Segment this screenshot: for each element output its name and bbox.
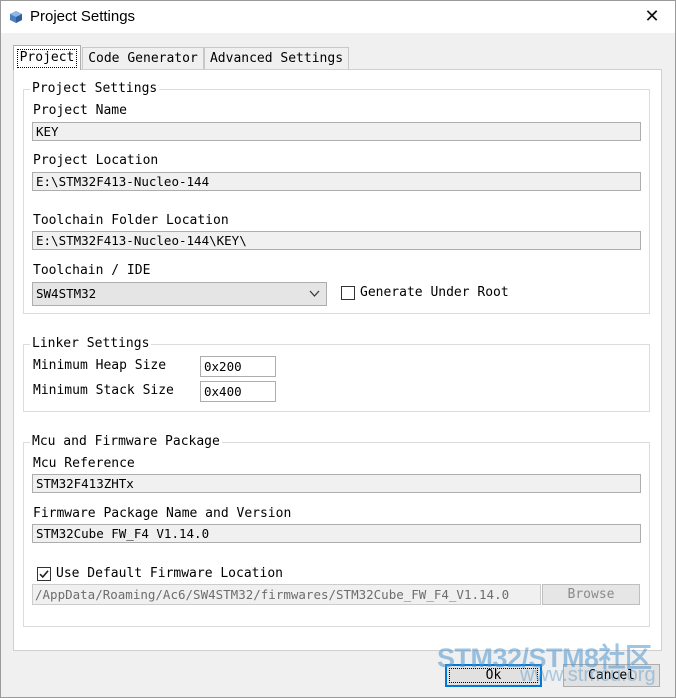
group-legend: Linker Settings: [32, 336, 150, 351]
mcu-reference-label: Mcu Reference: [33, 456, 135, 471]
group-legend: Project Settings: [32, 81, 158, 96]
title-bar: Project Settings ✕: [1, 1, 675, 33]
close-icon: ✕: [644, 6, 660, 27]
minimum-heap-label: Minimum Heap Size: [33, 358, 167, 373]
linker-settings-group: Linker Settings: [23, 337, 650, 412]
generate-under-root-label: Generate Under Root: [360, 285, 509, 300]
focus-rectangle: [17, 49, 77, 68]
tab-code-generator[interactable]: Code Generator: [82, 47, 204, 69]
chevron-down-icon: [309, 283, 320, 313]
watermark-url: www.stmcu.org: [520, 664, 656, 686]
tab-project[interactable]: Project: [13, 45, 81, 70]
firmware-package-label: Firmware Package Name and Version: [33, 506, 292, 521]
select-value: SW4STM32: [36, 286, 97, 301]
close-button[interactable]: ✕: [629, 1, 675, 33]
project-location-input[interactable]: E:\STM32F413-Nucleo-144: [32, 172, 641, 191]
minimum-heap-input[interactable]: 0x200: [200, 356, 276, 377]
minimum-stack-label: Minimum Stack Size: [33, 383, 174, 398]
app-cube-icon: [9, 10, 23, 24]
checkmark-icon: [39, 570, 49, 579]
minimum-stack-input[interactable]: 0x400: [200, 381, 276, 402]
firmware-location-input: /AppData/Roaming/Ac6/SW4STM32/firmwares/…: [32, 584, 541, 605]
mcu-reference-input[interactable]: STM32F413ZHTx: [32, 474, 641, 493]
tab-label: Code Generator: [88, 51, 198, 66]
project-location-label: Project Location: [33, 153, 159, 168]
generate-under-root-checkbox[interactable]: [341, 286, 355, 300]
use-default-firmware-label: Use Default Firmware Location: [56, 566, 283, 581]
project-name-input[interactable]: KEY: [32, 122, 641, 141]
window-title: Project Settings: [30, 8, 136, 25]
project-name-label: Project Name: [33, 103, 127, 118]
tab-advanced-settings[interactable]: Advanced Settings: [204, 47, 349, 69]
firmware-package-input[interactable]: STM32Cube FW_F4 V1.14.0: [32, 524, 641, 543]
toolchain-folder-label: Toolchain Folder Location: [33, 213, 229, 228]
tab-label: Advanced Settings: [209, 51, 344, 66]
group-legend: Mcu and Firmware Package: [32, 434, 220, 449]
toolchain-ide-select[interactable]: SW4STM32: [32, 282, 327, 306]
use-default-firmware-checkbox[interactable]: [37, 567, 51, 581]
browse-button: Browse: [542, 584, 640, 605]
toolchain-ide-label: Toolchain / IDE: [33, 263, 151, 278]
toolchain-folder-input[interactable]: E:\STM32F413-Nucleo-144\KEY\: [32, 231, 641, 250]
